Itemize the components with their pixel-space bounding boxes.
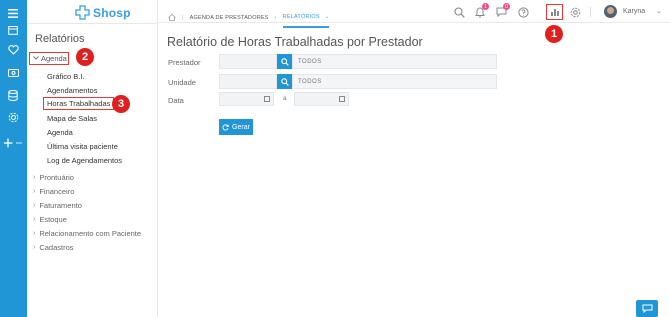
heart-icon[interactable]: [6, 43, 20, 57]
marker-1: 1: [545, 25, 563, 43]
sidebar-category-cadastros[interactable]: › Cadastros: [33, 243, 74, 252]
money-icon[interactable]: [6, 66, 20, 80]
prestador-code-field[interactable]: [219, 54, 277, 69]
logo-cross-icon: [75, 5, 90, 20]
database-icon[interactable]: [6, 88, 20, 102]
home-icon[interactable]: [168, 13, 176, 23]
breadcrumb-agenda-prestadores[interactable]: AGENDA DE PRESTADORES: [190, 15, 269, 21]
page-title: Relatório de Horas Trabalhadas por Prest…: [167, 35, 423, 49]
gerar-button-label: Gerar: [232, 123, 250, 131]
calendar-icon[interactable]: [6, 23, 20, 37]
sidebar-group-agenda[interactable]: Agenda: [29, 52, 69, 65]
category-label: Estoque: [39, 215, 67, 224]
sidebar-item-horas-trabalhadas[interactable]: Horas Trabalhadas: [43, 97, 115, 110]
logo[interactable]: Shosp: [75, 5, 131, 20]
unidade-search-button[interactable]: [277, 74, 292, 89]
sidebar-category-relacionamento[interactable]: › Relacionamento com Paciente: [33, 229, 141, 238]
user-name[interactable]: Karyna: [623, 8, 645, 15]
reports-button[interactable]: [546, 4, 563, 20]
sidebar-category-faturamento[interactable]: › Faturamento: [33, 201, 82, 210]
category-label: Relacionamento com Paciente: [39, 229, 142, 238]
sidebar-category-estoque[interactable]: › Estoque: [33, 215, 67, 224]
prestador-value-field[interactable]: TODOS: [292, 54, 497, 69]
icon-rail: [0, 0, 27, 317]
chevron-right-icon: ›: [33, 230, 36, 237]
chevron-down-icon: [33, 55, 39, 62]
unidade-code-field[interactable]: [219, 74, 277, 89]
chevron-right-icon: ›: [33, 174, 36, 181]
messages-badge: 0: [503, 3, 510, 10]
marker-3: 3: [112, 95, 130, 113]
sidebar-item-ultima-visita[interactable]: Última visita paciente: [47, 142, 118, 151]
chevron-right-icon: ›: [33, 216, 36, 223]
sidebar: Shosp Relatórios Agenda Gráfico B.I. Age…: [27, 0, 158, 317]
prestador-search-button[interactable]: [277, 54, 292, 69]
unidade-value-field[interactable]: TODOS: [292, 74, 497, 89]
sidebar-item-agendamentos[interactable]: Agendamentos: [47, 86, 97, 95]
date-start-field[interactable]: [219, 92, 274, 106]
chevron-down-icon: ⌄: [324, 14, 330, 20]
category-label: Prontuário: [39, 173, 74, 182]
settings-icon[interactable]: [6, 110, 20, 124]
gerar-button[interactable]: Gerar: [219, 119, 253, 135]
sidebar-category-financeiro[interactable]: › Financeiro: [33, 187, 74, 196]
search-icon: [280, 57, 289, 66]
top-header: | AGENDA DE PRESTADORES › RELATÓRIOS ⌄ 1…: [158, 0, 670, 28]
chevron-right-icon: ›: [33, 188, 36, 195]
calendar-icon[interactable]: [339, 96, 345, 102]
refresh-icon: [222, 123, 229, 130]
sidebar-title: Relatórios: [35, 33, 85, 45]
header-divider: [590, 7, 591, 17]
chat-bubble-icon: [642, 304, 652, 313]
sidebar-item-mapa-de-salas[interactable]: Mapa de Salas: [47, 114, 97, 123]
category-label: Faturamento: [39, 201, 82, 210]
marker-2: 2: [76, 48, 94, 66]
add-icon[interactable]: [4, 136, 24, 150]
category-label: Financeiro: [39, 187, 75, 196]
gear-icon[interactable]: [569, 6, 581, 18]
data-label: Data: [168, 96, 184, 105]
chevron-down-icon[interactable]: ⌄: [656, 7, 662, 15]
sidebar-item-grafico-bi[interactable]: Gráfico B.I.: [47, 72, 85, 81]
chevron-right-icon: ›: [33, 202, 36, 209]
breadcrumb-relatorios[interactable]: RELATÓRIOS ⌄: [282, 14, 330, 28]
breadcrumb: | AGENDA DE PRESTADORES › RELATÓRIOS ⌄: [168, 8, 330, 28]
date-end-field[interactable]: [294, 92, 349, 106]
prestador-label: Prestador: [168, 58, 201, 67]
sidebar-category-prontuario[interactable]: › Prontuário: [33, 173, 74, 182]
bar-chart-icon: [550, 9, 559, 16]
sidebar-divider: [27, 23, 158, 24]
breadcrumb-chevron-icon: ›: [274, 15, 277, 21]
logo-text: Shosp: [93, 5, 131, 20]
unidade-label: Unidade: [168, 78, 196, 87]
sidebar-item-log-agendamentos[interactable]: Log de Agendamentos: [47, 156, 122, 165]
breadcrumb-separator: |: [182, 15, 184, 21]
search-icon: [280, 77, 289, 86]
sidebar-item-agenda[interactable]: Agenda: [47, 128, 73, 137]
menu-icon[interactable]: [6, 6, 20, 20]
search-icon[interactable]: [453, 6, 465, 18]
avatar[interactable]: [604, 5, 617, 18]
date-separator: a: [283, 95, 287, 102]
category-label: Cadastros: [39, 243, 74, 252]
help-icon[interactable]: [517, 6, 529, 18]
chevron-right-icon: ›: [33, 244, 36, 251]
calendar-icon[interactable]: [264, 96, 270, 102]
support-chat-button[interactable]: [636, 300, 658, 317]
breadcrumb-relatorios-label: RELATÓRIOS: [282, 14, 320, 20]
notifications-badge: 1: [482, 3, 489, 10]
sidebar-group-label: Agenda: [41, 54, 67, 63]
